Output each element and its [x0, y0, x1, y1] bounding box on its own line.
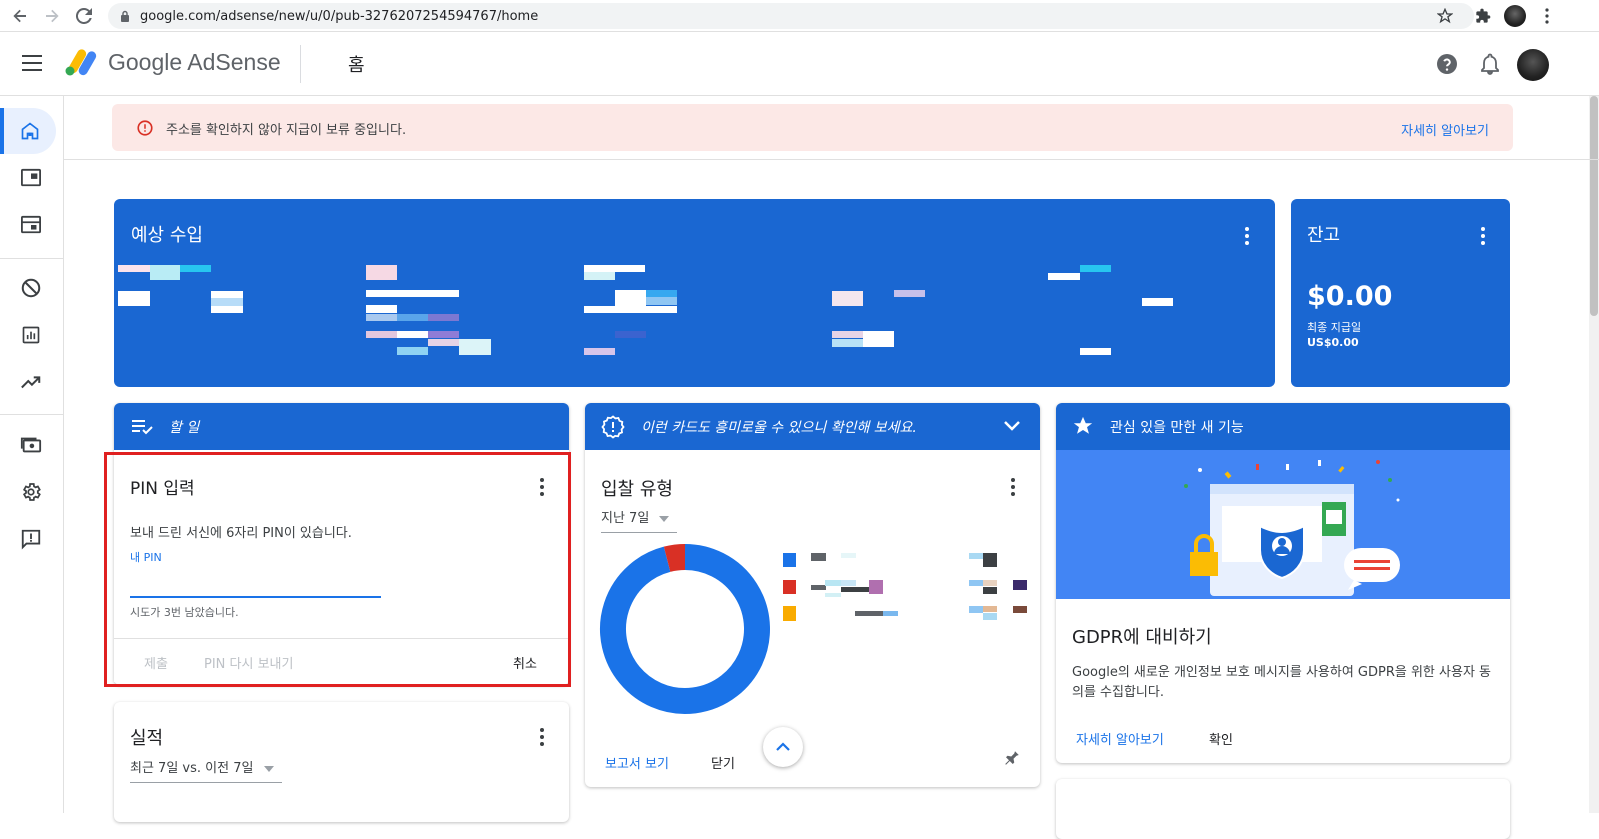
scroll-up-button[interactable]: [763, 727, 803, 767]
features-header: 관심 있을 만한 새 기능: [1056, 403, 1510, 450]
sidebar-divider: [0, 414, 64, 415]
home-icon: [21, 122, 39, 140]
donut-slice-1: [663, 544, 686, 572]
todo-header-title: 할 일: [169, 420, 200, 436]
sidebar-item-home[interactable]: [0, 108, 56, 154]
star-icon: [1073, 416, 1093, 434]
features-card: 관심 있을 만한 새 기능 GDPR에 대비하기 Google의 새로운 개인정…: [1056, 403, 1510, 763]
gdpr-description: Google의 새로운 개인정보 보호 메시지를 사용하여 GDPR을 위한 사…: [1072, 665, 1491, 700]
todo-header: 할 일: [114, 403, 569, 450]
bid-type-title: 입찰 유형: [601, 479, 673, 500]
trending-up-icon: [21, 376, 41, 389]
earnings-more-icon[interactable]: [1245, 227, 1249, 248]
sites-icon: [21, 215, 41, 234]
alert-learn-more-link[interactable]: 자세히 알아보기: [1401, 120, 1489, 139]
forward-icon[interactable]: [36, 0, 68, 32]
highlight-box: [104, 452, 571, 687]
dropdown-icon: [659, 516, 670, 522]
notifications-icon[interactable]: [1478, 52, 1502, 76]
view-report-button[interactable]: 보고서 보기: [605, 753, 669, 772]
sidebar-item-sites[interactable]: [8, 202, 54, 248]
chevron-up-icon: [776, 742, 790, 751]
sidebar-item-reports[interactable]: [8, 312, 54, 358]
balance-amount: $0.00: [1307, 281, 1393, 312]
last-payment-value: US$0.00: [1307, 336, 1359, 349]
reports-icon: [22, 326, 40, 344]
browser-toolbar: google.com/adsense/new/u/0/pub-327620725…: [0, 0, 1599, 32]
page-title: 홈: [348, 55, 365, 76]
close-button[interactable]: 닫기: [711, 753, 735, 772]
content-divider: [64, 159, 1599, 160]
bid-more-icon[interactable]: [1011, 478, 1015, 499]
performance-range-select[interactable]: 최근 7일 vs. 이전 7일: [130, 757, 282, 783]
sidebar-item-payments[interactable]: [8, 422, 54, 468]
sidebar-divider: [0, 258, 64, 259]
gdpr-title: GDPR에 대비하기: [1072, 627, 1212, 648]
alert-message: 주소를 확인하지 않아 지급이 보류 중입니다.: [166, 123, 407, 138]
donut-slice-0: [600, 544, 770, 714]
performance-title: 실적: [130, 728, 164, 749]
feedback-icon: [21, 529, 41, 550]
scrollbar-thumb[interactable]: [1590, 96, 1598, 316]
sidebar-item-feedback[interactable]: [8, 516, 54, 562]
gdpr-learn-more-button[interactable]: 자세히 알아보기: [1076, 729, 1164, 748]
balance-title: 잔고: [1307, 225, 1341, 246]
address-bar[interactable]: google.com/adsense/new/u/0/pub-327620725…: [108, 3, 1474, 29]
error-icon: [137, 120, 153, 136]
sidebar-item-optimization[interactable]: [8, 359, 54, 405]
features-header-title: 관심 있을 만한 새 기능: [1110, 420, 1244, 436]
bid-type-donut-chart: [600, 544, 770, 714]
performance-more-icon[interactable]: [540, 728, 544, 749]
adsense-logo: [65, 49, 97, 76]
ads-icon: [21, 168, 41, 187]
performance-range-label: 최근 7일 vs. 이전 7일: [130, 761, 254, 776]
back-icon[interactable]: [4, 0, 36, 32]
sidebar-nav: [0, 96, 64, 813]
dropdown-icon: [263, 766, 274, 772]
menu-icon[interactable]: [22, 55, 42, 71]
app-header: Google AdSense 홈: [0, 33, 1599, 96]
lock-icon: [121, 10, 129, 22]
sidebar-item-ads[interactable]: [8, 155, 54, 201]
gear-icon: [22, 483, 41, 501]
pin-icon[interactable]: [1003, 749, 1021, 767]
reload-icon[interactable]: [68, 0, 100, 32]
balance-card: 잔고 $0.00 최종 지급일 US$0.00: [1291, 199, 1510, 387]
alert-banner: 주소를 확인하지 않아 지급이 보류 중입니다. 자세히 알아보기: [112, 104, 1513, 151]
payments-icon: [20, 437, 42, 453]
sidebar-item-blocking[interactable]: [8, 265, 54, 311]
gdpr-illustration: [1056, 450, 1510, 599]
brand-name: Google AdSense: [108, 49, 281, 75]
next-card-peek: [1056, 779, 1510, 839]
suggest-header: 이런 카드도 흥미로울 수 있으니 확인해 보세요.: [585, 403, 1040, 450]
performance-card: 실적 최근 7일 vs. 이전 7일: [114, 702, 569, 822]
earnings-card: 예상 수입: [114, 199, 1275, 387]
bid-range-label: 지난 7일: [601, 511, 650, 526]
url-text: google.com/adsense/new/u/0/pub-327620725…: [140, 8, 539, 24]
header-divider: [300, 45, 301, 83]
gdpr-confirm-button[interactable]: 확인: [1209, 729, 1233, 748]
block-icon: [21, 278, 41, 298]
account-avatar[interactable]: [1517, 49, 1549, 81]
balance-more-icon[interactable]: [1481, 227, 1485, 248]
insight-icon: [601, 415, 625, 439]
chevron-down-icon[interactable]: [1003, 420, 1021, 432]
suggest-header-title: 이런 카드도 흥미로울 수 있으니 확인해 보세요.: [641, 420, 917, 436]
bookmark-star-icon[interactable]: [1430, 0, 1460, 32]
extensions-icon[interactable]: [1468, 0, 1498, 32]
sidebar-item-settings[interactable]: [8, 469, 54, 515]
browser-menu-icon[interactable]: [1532, 0, 1562, 32]
checklist-icon: [132, 420, 153, 435]
profile-avatar[interactable]: [1500, 0, 1530, 32]
earnings-title: 예상 수입: [131, 225, 203, 246]
suggest-card: 이런 카드도 흥미로울 수 있으니 확인해 보세요. 입찰 유형 지난 7일 보…: [585, 403, 1040, 787]
help-icon[interactable]: [1435, 52, 1459, 76]
bid-range-select[interactable]: 지난 7일: [601, 507, 677, 533]
last-payment-label: 최종 지급일: [1307, 321, 1362, 334]
